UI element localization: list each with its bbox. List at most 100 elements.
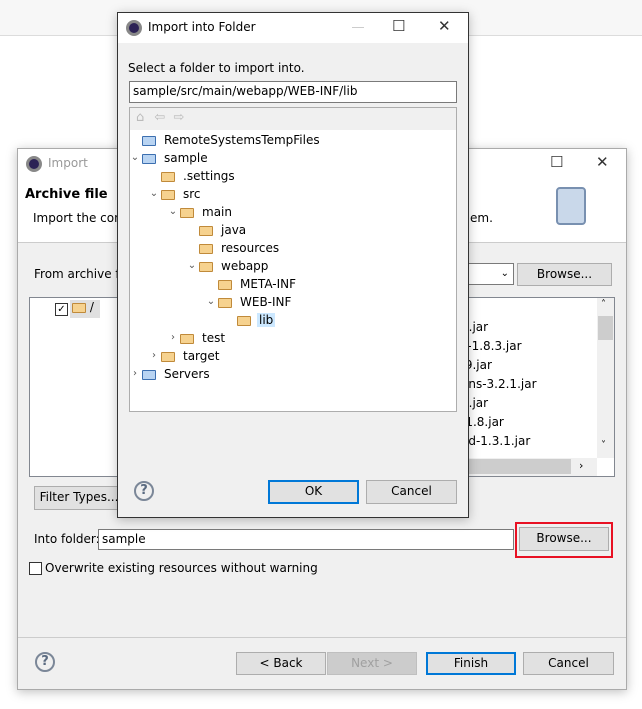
folder-tree-panel: ✓ / bbox=[29, 297, 119, 477]
header-title: Archive file bbox=[25, 187, 108, 202]
chevron-down-icon[interactable]: ⌄ bbox=[206, 293, 216, 311]
tree-item-label: lib bbox=[257, 313, 276, 327]
tree-item[interactable]: ⌄ sample bbox=[131, 149, 210, 167]
tree-item-label: .settings bbox=[183, 169, 235, 183]
vertical-scrollbar[interactable]: ˄ ˅ bbox=[597, 298, 614, 458]
folder-icon bbox=[237, 315, 251, 326]
next-button: Next > bbox=[327, 652, 417, 675]
jar-list-item[interactable]: ad-1.3.1.jar bbox=[461, 432, 530, 450]
folder-icon bbox=[180, 207, 194, 218]
scroll-right-icon[interactable]: › bbox=[579, 459, 583, 472]
cancel-button[interactable]: Cancel bbox=[523, 652, 614, 675]
eclipse-icon bbox=[26, 156, 42, 172]
dialog-title: Import into Folder bbox=[148, 20, 256, 34]
tree-item[interactable]: › target bbox=[152, 347, 222, 365]
archive-wizard-icon bbox=[556, 187, 586, 225]
help-icon[interactable]: ? bbox=[134, 481, 154, 501]
into-folder-label: Into folder: bbox=[34, 532, 100, 546]
filter-types-button[interactable]: Filter Types... bbox=[34, 486, 124, 510]
header-description: Import the cont bbox=[33, 211, 127, 225]
footer-separator bbox=[18, 637, 626, 638]
cancel-button[interactable]: Cancel bbox=[366, 480, 457, 504]
overwrite-checkbox[interactable] bbox=[29, 562, 42, 575]
scroll-thumb[interactable] bbox=[598, 316, 613, 340]
chevron-down-icon[interactable]: ⌄ bbox=[187, 257, 197, 275]
jar-list-item[interactable]: s-1.8.3.jar bbox=[461, 337, 522, 355]
tree-item-label: target bbox=[183, 349, 220, 363]
header-description-tail: em. bbox=[470, 211, 493, 225]
overwrite-label[interactable]: Overwrite existing resources without war… bbox=[45, 561, 318, 575]
into-folder-input[interactable]: sample bbox=[98, 529, 514, 550]
close-button[interactable]: ✕ bbox=[438, 17, 451, 35]
tree-item-label: RemoteSystemsTempFiles bbox=[164, 133, 320, 147]
chevron-right-icon[interactable]: › bbox=[168, 329, 178, 347]
close-button[interactable]: ✕ bbox=[596, 153, 609, 171]
dialog-title-bar: Import into Folder ☐ ✕ bbox=[118, 13, 468, 43]
tree-item[interactable]: lib bbox=[235, 311, 276, 329]
finish-button[interactable]: Finish bbox=[426, 652, 516, 675]
help-icon[interactable]: ? bbox=[35, 652, 55, 672]
jar-list-item[interactable]: ons-3.2.1.jar bbox=[461, 375, 537, 393]
tree-item[interactable]: › Servers bbox=[133, 365, 212, 383]
folder-icon bbox=[180, 333, 194, 344]
horizontal-scroll-thumb[interactable] bbox=[459, 459, 571, 474]
dialog-prompt: Select a folder to import into. bbox=[128, 61, 305, 75]
maximize-button[interactable]: ☐ bbox=[392, 17, 405, 35]
window-title: Import bbox=[48, 156, 88, 170]
tree-item[interactable]: ⌄ WEB-INF bbox=[207, 293, 293, 311]
folder-icon bbox=[72, 302, 86, 313]
back-arrow-icon[interactable]: ⇦ bbox=[154, 110, 165, 125]
tree-item-label: META-INF bbox=[240, 277, 297, 291]
tree-item[interactable]: ⌄ main bbox=[169, 203, 234, 221]
back-button[interactable]: < Back bbox=[236, 652, 326, 675]
maximize-button[interactable]: ☐ bbox=[550, 153, 563, 171]
folder-icon bbox=[161, 189, 175, 200]
tree-item-label: java bbox=[221, 223, 247, 237]
tree-item-label: resources bbox=[221, 241, 280, 255]
tree-item-label: test bbox=[202, 331, 226, 345]
tree-toolbar: ⌂ ⇦ ⇨ bbox=[130, 108, 456, 130]
home-icon[interactable]: ⌂ bbox=[136, 110, 144, 125]
scroll-up-icon[interactable]: ˄ bbox=[601, 299, 606, 310]
browse-archive-button[interactable]: Browse... bbox=[517, 263, 612, 286]
project-folder-icon bbox=[142, 153, 156, 164]
root-folder-item[interactable]: / bbox=[70, 300, 100, 318]
browse-folder-button[interactable]: Browse... bbox=[519, 527, 609, 551]
minimize-button[interactable] bbox=[352, 27, 364, 28]
tree-item-label: sample bbox=[164, 151, 208, 165]
tree-item-label: src bbox=[183, 187, 201, 201]
chevron-right-icon[interactable]: › bbox=[130, 365, 140, 383]
eclipse-icon bbox=[126, 20, 142, 36]
from-archive-label: From archive fil bbox=[34, 267, 127, 281]
tree-item[interactable]: ⌄ webapp bbox=[188, 257, 270, 275]
tree-item[interactable]: resources bbox=[197, 239, 281, 257]
root-checkbox[interactable]: ✓ bbox=[55, 303, 68, 316]
archive-combo[interactable]: ⌄ bbox=[468, 263, 514, 285]
chevron-right-icon[interactable]: › bbox=[149, 347, 159, 365]
tree-item-label: WEB-INF bbox=[240, 295, 292, 309]
file-list-panel: 0.jar s-1.8.3.jar .9.jar ons-3.2.1.jar 4.jar… bbox=[458, 297, 615, 477]
tree-item-label: Servers bbox=[164, 367, 210, 381]
horizontal-scrollbar[interactable]: › bbox=[459, 458, 597, 476]
tree-item[interactable]: META-INF bbox=[216, 275, 298, 293]
tree-item[interactable]: ⌄ src bbox=[150, 185, 203, 203]
tree-item[interactable]: .settings bbox=[159, 167, 237, 185]
folder-path-input[interactable]: sample/src/main/webapp/WEB-INF/lib bbox=[129, 81, 457, 103]
chevron-down-icon[interactable]: ⌄ bbox=[130, 149, 140, 167]
ok-button[interactable]: OK bbox=[268, 480, 359, 504]
tree-item[interactable]: RemoteSystemsTempFiles bbox=[140, 131, 322, 149]
import-into-folder-dialog: Import into Folder ☐ ✕ Select a folder t… bbox=[117, 12, 469, 518]
folder-icon bbox=[199, 261, 213, 272]
project-folder-icon bbox=[142, 135, 156, 146]
folder-icon bbox=[218, 279, 232, 290]
folder-tree[interactable]: ⌂ ⇦ ⇨ RemoteSystemsTempFiles ⌄ sample .sett… bbox=[129, 107, 457, 412]
chevron-down-icon[interactable]: ⌄ bbox=[168, 203, 178, 221]
tree-item-label: webapp bbox=[221, 259, 269, 273]
tree-item[interactable]: › test bbox=[171, 329, 227, 347]
forward-arrow-icon[interactable]: ⇨ bbox=[173, 110, 184, 125]
scroll-down-icon[interactable]: ˅ bbox=[601, 440, 606, 451]
folder-icon bbox=[161, 171, 175, 182]
tree-item[interactable]: java bbox=[197, 221, 248, 239]
chevron-down-icon[interactable]: ⌄ bbox=[149, 185, 159, 203]
tree-item-label: main bbox=[202, 205, 232, 219]
